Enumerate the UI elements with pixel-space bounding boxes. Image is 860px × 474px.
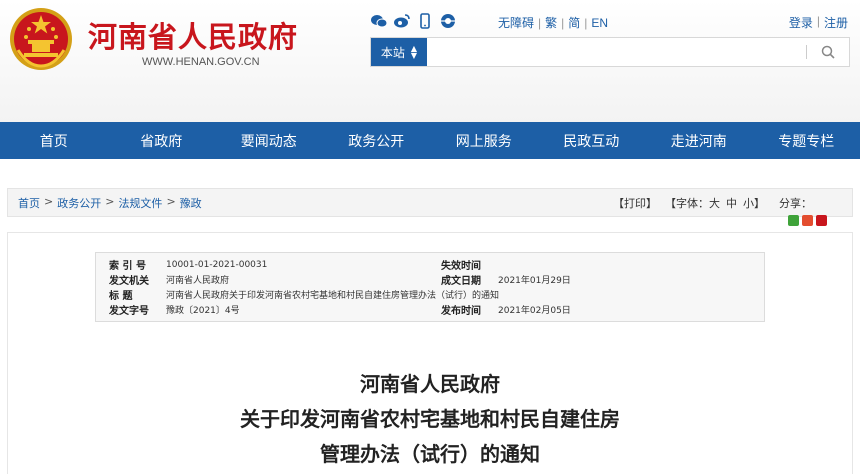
article-tools: 【打印】 【字体： 大 中 小 】 分享： bbox=[613, 195, 812, 211]
site-url: WWW.HENAN.GOV.CN bbox=[142, 56, 260, 68]
font-size-label: 【字体： bbox=[665, 196, 709, 210]
updown-arrows-icon: ▲ ▼ bbox=[410, 44, 418, 60]
site-title[interactable]: 河南省人民政府 bbox=[88, 14, 298, 56]
weibo-icon[interactable] bbox=[393, 12, 410, 29]
publish-date-label: 发布时间 bbox=[441, 306, 481, 317]
document-title-line-3: 管理办法（试行）的通知 bbox=[320, 442, 540, 466]
search-button[interactable] bbox=[807, 38, 849, 66]
document-title-line-1: 河南省人民政府 bbox=[360, 372, 500, 396]
written-date-value: 2021年01月29日 bbox=[498, 276, 571, 286]
nav-special-topics[interactable]: 专题专栏 bbox=[753, 122, 860, 159]
breadcrumb-yuzheng[interactable]: 豫政 bbox=[180, 195, 202, 211]
login-links: 登录 | 注册 bbox=[788, 14, 848, 31]
search-icon bbox=[821, 45, 835, 59]
weibo-share-icon[interactable] bbox=[802, 215, 813, 226]
font-size-medium[interactable]: 中 bbox=[726, 195, 737, 211]
document-number-label: 发文字号 bbox=[109, 306, 149, 317]
wechat-icon[interactable] bbox=[370, 12, 387, 29]
main-nav: 首页 省政府 要闻动态 政务公开 网上服务 民政互动 走进河南 专题专栏 bbox=[0, 122, 860, 159]
font-size-bracket: 】 bbox=[754, 196, 765, 210]
accessibility-link[interactable]: 无障碍 bbox=[498, 14, 534, 31]
font-size-control: 【字体： 大 中 小 】 bbox=[665, 195, 765, 211]
nav-government-affairs[interactable]: 政务公开 bbox=[323, 122, 431, 159]
document-number-value: 豫政〔2021〕4号 bbox=[166, 306, 240, 316]
written-date-label: 成文日期 bbox=[441, 276, 481, 287]
top-links: 无障碍 | 繁 | 简 | EN bbox=[498, 14, 609, 31]
document-title-line-2: 关于印发河南省农村宅基地和村民自建住房 bbox=[240, 407, 620, 431]
nav-news[interactable]: 要闻动态 bbox=[215, 122, 323, 159]
share-label: 分享： bbox=[779, 196, 812, 210]
nav-public-interaction[interactable]: 民政互动 bbox=[538, 122, 646, 159]
breadcrumb-government-affairs[interactable]: 政务公开 bbox=[57, 195, 101, 211]
site-header: 河南省人民政府 WWW.HENAN.GOV.CN 无障碍 | 繁 | 简 | E… bbox=[0, 0, 860, 122]
nav-about-henan[interactable]: 走进河南 bbox=[645, 122, 753, 159]
app-icon[interactable] bbox=[439, 12, 456, 29]
breadcrumb: 首页 > 政务公开 > 法规文件 > 豫政 bbox=[18, 194, 202, 211]
print-button[interactable]: 【打印】 bbox=[613, 195, 657, 211]
breadcrumb-home[interactable]: 首页 bbox=[18, 195, 40, 211]
login-link[interactable]: 登录 bbox=[789, 14, 813, 31]
document-metadata: 索 引 号 10001-01-2021-00031 失效时间 发文机关 河南省人… bbox=[95, 252, 765, 322]
index-number-label: 索 引 号 bbox=[109, 261, 146, 272]
search-scope-label: 本站 bbox=[380, 45, 405, 60]
publish-date-value: 2021年02月05日 bbox=[498, 306, 571, 316]
wechat-share-icon[interactable] bbox=[788, 215, 799, 226]
simplified-chinese-link[interactable]: 简 bbox=[568, 14, 580, 31]
english-link[interactable]: EN bbox=[591, 16, 608, 30]
search-bar: 本站 ▲ ▼ bbox=[370, 37, 850, 67]
social-icons bbox=[370, 12, 456, 29]
mobile-icon[interactable] bbox=[416, 12, 433, 29]
font-size-large[interactable]: 大 bbox=[709, 195, 720, 211]
issuer-value: 河南省人民政府 bbox=[166, 276, 230, 286]
qzone-share-icon[interactable] bbox=[816, 215, 827, 226]
nav-provincial-government[interactable]: 省政府 bbox=[108, 122, 216, 159]
expiry-date-label: 失效时间 bbox=[441, 261, 481, 272]
traditional-chinese-link[interactable]: 繁 bbox=[545, 14, 557, 31]
title-value: 河南省人民政府关于印发河南省农村宅基地和村民自建住房管理办法（试行）的通知 bbox=[166, 291, 500, 301]
share-icons bbox=[788, 215, 827, 226]
search-scope-select[interactable]: 本站 ▲ ▼ bbox=[371, 38, 427, 66]
issuer-label: 发文机关 bbox=[109, 276, 149, 287]
nav-online-services[interactable]: 网上服务 bbox=[430, 122, 538, 159]
title-label: 标 题 bbox=[109, 291, 133, 302]
breadcrumb-bar: 首页 > 政务公开 > 法规文件 > 豫政 【打印】 【字体： 大 中 小 】 … bbox=[7, 188, 853, 217]
search-input[interactable] bbox=[427, 38, 806, 66]
register-link[interactable]: 注册 bbox=[824, 14, 848, 31]
nav-home[interactable]: 首页 bbox=[0, 122, 108, 159]
index-number-value: 10001-01-2021-00031 bbox=[166, 259, 268, 270]
national-emblem-icon bbox=[10, 8, 72, 70]
font-size-small[interactable]: 小 bbox=[743, 195, 754, 211]
breadcrumb-regulations[interactable]: 法规文件 bbox=[118, 195, 162, 211]
